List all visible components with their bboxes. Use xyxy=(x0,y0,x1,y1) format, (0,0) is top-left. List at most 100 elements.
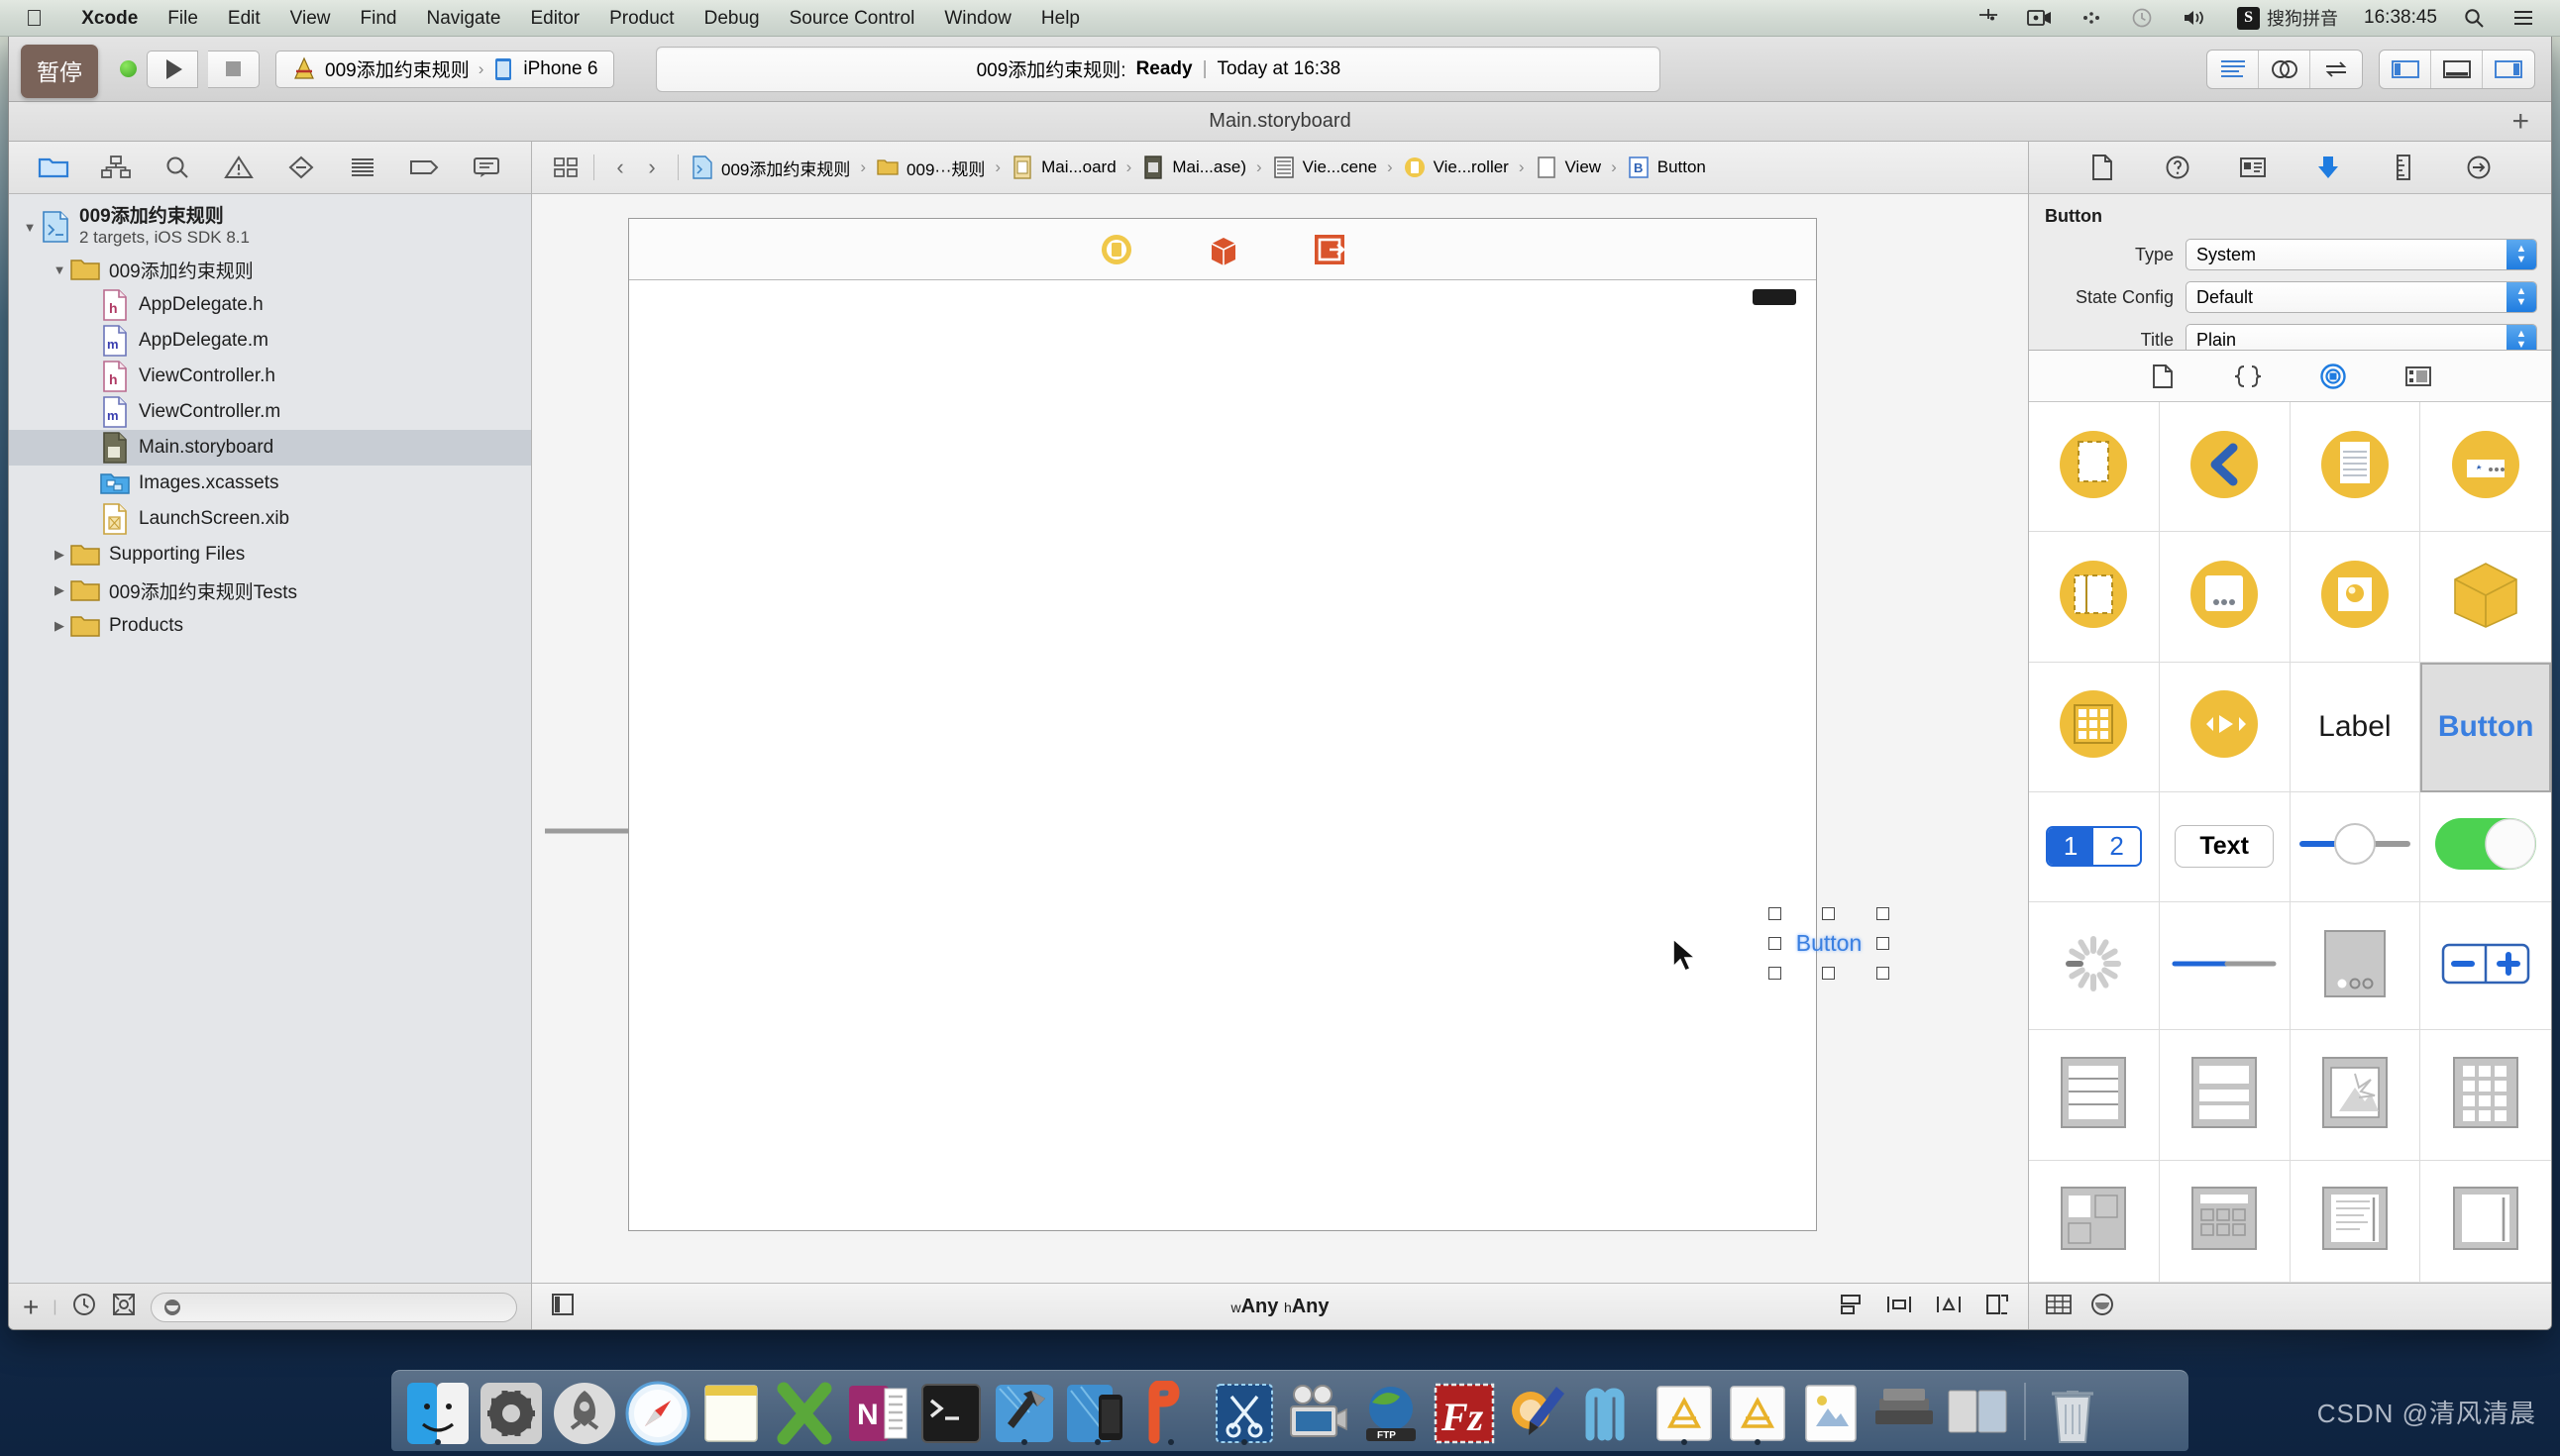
add-plus-icon[interactable]: + xyxy=(23,1294,39,1321)
related-items-icon[interactable] xyxy=(548,150,584,185)
screen-record-icon[interactable] xyxy=(2013,0,2067,37)
resize-handle-bl[interactable] xyxy=(1768,967,1781,980)
dock-item-onenote-icon[interactable]: N xyxy=(843,1377,912,1446)
disclosure-triangle-icon[interactable] xyxy=(49,618,70,634)
library-item-media-player-icon[interactable] xyxy=(2160,663,2291,792)
library-item-popover-view-icon[interactable] xyxy=(2160,532,2291,662)
code-snippet-library-icon[interactable] xyxy=(2230,360,2266,393)
resize-handle-l[interactable] xyxy=(1768,937,1781,950)
disclosure-triangle-icon[interactable] xyxy=(49,582,70,598)
filter-input[interactable] xyxy=(151,1293,517,1322)
attributes-inspector-icon[interactable] xyxy=(2308,149,2348,186)
assistant-editor-icon[interactable] xyxy=(2259,51,2310,88)
media-library-icon[interactable] xyxy=(2400,360,2436,393)
dock-item-filezilla-icon[interactable]: Fz xyxy=(1430,1377,1499,1446)
quick-help-icon[interactable] xyxy=(2158,149,2197,186)
chevron-left-icon[interactable]: ‹ xyxy=(604,155,636,180)
dock-item-sketch-icon[interactable] xyxy=(1576,1377,1646,1446)
library-item-button-object[interactable]: Button xyxy=(2420,663,2551,792)
dock-item-safari-icon[interactable] xyxy=(623,1377,693,1446)
menu-item-product[interactable]: Product xyxy=(594,0,689,37)
navigator-row-0[interactable]: 009添加约束规则2 targets, iOS SDK 8.1 xyxy=(9,202,531,252)
dock-item-stack-icon[interactable] xyxy=(1869,1377,1939,1446)
library-item-stepper-icon[interactable] xyxy=(2420,902,2551,1030)
hide-navigator-icon[interactable] xyxy=(2380,51,2431,88)
type-popup-button[interactable]: System ▲▼ xyxy=(2186,239,2537,270)
connections-inspector-icon[interactable] xyxy=(2459,149,2499,186)
menu-item-edit[interactable]: Edit xyxy=(213,0,275,37)
dock-item-trash-icon[interactable] xyxy=(2038,1377,2107,1446)
add-plus-icon[interactable]: + xyxy=(2511,107,2529,137)
library-item-navigation-item-icon[interactable] xyxy=(2160,402,2291,532)
file-inspector-icon[interactable] xyxy=(2082,149,2122,186)
file-template-library-icon[interactable] xyxy=(2145,360,2181,393)
breadcrumb-item-6[interactable]: View xyxy=(1533,155,1604,180)
chevron-updown-icon-3[interactable]: ▲▼ xyxy=(2507,325,2536,351)
breadcrumb[interactable]: 009添加约束规则›009···规则›Mai...oard›Mai...ase)… xyxy=(689,155,1708,180)
breadcrumb-item-4[interactable]: Vie...cene xyxy=(1270,155,1379,180)
time-machine-icon[interactable] xyxy=(2116,0,2168,37)
dock-item-appstore-alt-icon[interactable] xyxy=(1723,1377,1792,1446)
library-item-label-object[interactable]: Label xyxy=(2291,663,2421,792)
clock-recent-icon[interactable] xyxy=(71,1292,97,1322)
selected-button-object[interactable]: Button xyxy=(1773,912,1884,974)
search-icon[interactable] xyxy=(2449,0,2499,37)
menu-item-xcode[interactable]: Xcode xyxy=(66,0,153,37)
menu-bar-clock[interactable]: 16:38:45 xyxy=(2352,7,2449,29)
dock-item-xcode-green-x-icon[interactable] xyxy=(770,1377,839,1446)
project-navigator-icon[interactable] xyxy=(32,148,75,187)
navigator-row-8[interactable]: LaunchScreen.xib xyxy=(9,501,531,537)
library-item-slider-icon[interactable] xyxy=(2291,792,2421,902)
library-item-image-view-icon[interactable] xyxy=(2291,1030,2421,1160)
notification-center-icon[interactable] xyxy=(2499,0,2548,37)
disclosure-triangle-icon[interactable] xyxy=(49,262,70,277)
symbol-navigator-icon[interactable] xyxy=(94,148,138,187)
menu-item-find[interactable]: Find xyxy=(346,0,412,37)
library-item-collection-view-controller-icon[interactable] xyxy=(2160,1161,2291,1283)
navigator-row-2[interactable]: hAppDelegate.h xyxy=(9,287,531,323)
dock-item-notes-icon[interactable] xyxy=(696,1377,766,1446)
resizing-behavior-icon[interactable] xyxy=(1984,1292,2010,1322)
library-item-tab-bar-item-icon[interactable] xyxy=(2420,402,2551,532)
breadcrumb-item-3[interactable]: Mai...ase) xyxy=(1139,155,1248,180)
hide-utilities-icon[interactable] xyxy=(2483,51,2534,88)
resize-handle-r[interactable] xyxy=(1876,937,1889,950)
library-item-table-view-cell-icon[interactable] xyxy=(2291,402,2421,532)
navigator-row-7[interactable]: Images.xcassets xyxy=(9,466,531,501)
resize-handle-t[interactable] xyxy=(1822,907,1835,920)
navigator-row-4[interactable]: hViewController.h xyxy=(9,359,531,394)
exit-icon[interactable] xyxy=(1313,233,1346,266)
breadcrumb-item-7[interactable]: BButton xyxy=(1625,155,1708,180)
menu-item-view[interactable]: View xyxy=(275,0,346,37)
navigator-row-10[interactable]: 009添加约束规则Tests xyxy=(9,572,531,608)
library-filter-icon[interactable] xyxy=(2088,1292,2116,1322)
breadcrumb-item-1[interactable]: 009···规则 xyxy=(874,155,987,180)
library-item-collection-view-grid-icon[interactable] xyxy=(2420,1030,2551,1160)
debug-navigator-icon[interactable] xyxy=(341,148,384,187)
menu-item-debug[interactable]: Debug xyxy=(690,0,775,37)
stop-button[interactable] xyxy=(208,51,260,88)
sogou-ime-icon[interactable]: S 搜狗拼音 xyxy=(2223,0,2352,37)
dock-item-snip-scissors-icon[interactable] xyxy=(1210,1377,1279,1446)
menu-item-editor[interactable]: Editor xyxy=(515,0,594,37)
library-item-object-cube-icon[interactable] xyxy=(2420,532,2551,662)
chevron-updown-icon-2[interactable]: ▲▼ xyxy=(2507,282,2536,312)
source-control-filter-icon[interactable] xyxy=(111,1292,137,1322)
project-navigator-tree[interactable]: 009添加约束规则2 targets, iOS SDK 8.1009添加约束规则… xyxy=(9,194,531,1283)
library-item-page-control-icon[interactable] xyxy=(2291,902,2421,1030)
bluetooth-icon[interactable] xyxy=(2067,0,2116,37)
dock-item-appstore-icon[interactable] xyxy=(1650,1377,1719,1446)
report-navigator-icon[interactable] xyxy=(465,148,508,187)
breakpoint-navigator-icon[interactable] xyxy=(402,148,446,187)
breadcrumb-item-5[interactable]: Vie...roller xyxy=(1401,155,1511,180)
dock-item-system-preferences-icon[interactable] xyxy=(477,1377,546,1446)
navigator-row-1[interactable]: 009添加约束规则 xyxy=(9,252,531,287)
pin-icon[interactable] xyxy=(1885,1292,1913,1322)
dock-item-imovie-icon[interactable] xyxy=(1283,1377,1352,1446)
library-item-scroll-view-icon[interactable] xyxy=(2420,1161,2551,1283)
navigator-row-11[interactable]: Products xyxy=(9,608,531,644)
airdrop-icon[interactable] xyxy=(1964,0,2013,37)
object-library-grid[interactable]: LabelButton12Text xyxy=(2029,402,2551,1283)
dock-item-xcode-hammer-icon[interactable] xyxy=(990,1377,1059,1446)
state-config-popup-button[interactable]: Default ▲▼ xyxy=(2186,281,2537,313)
